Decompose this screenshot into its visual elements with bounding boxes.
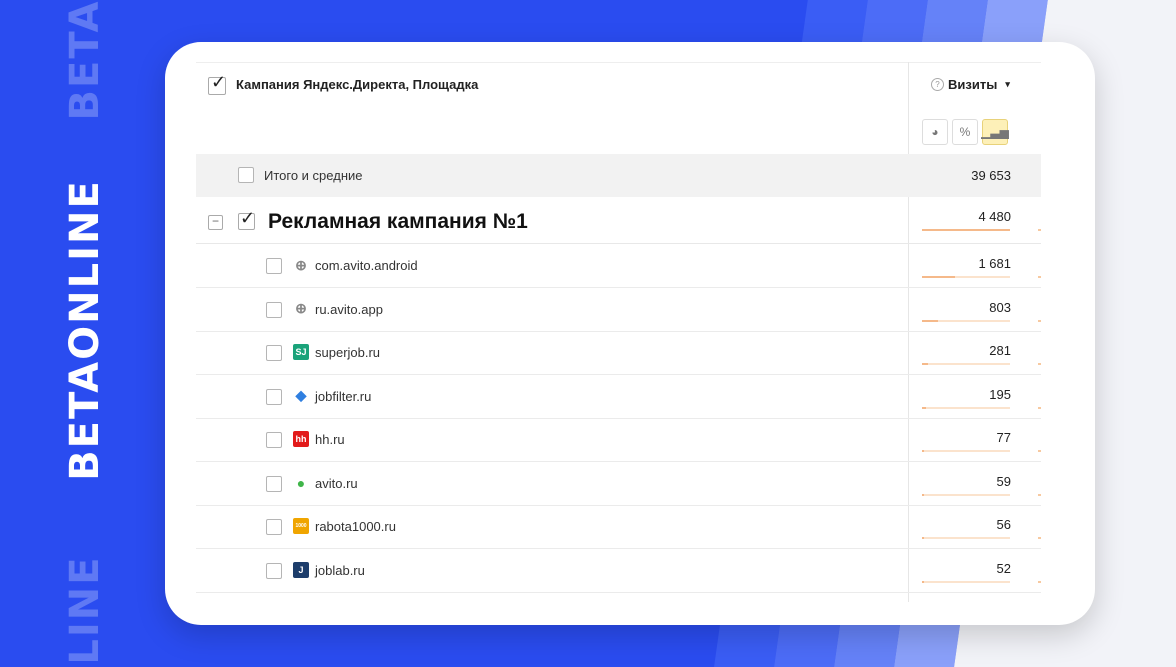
visits-value: 195 — [989, 386, 1011, 402]
visits-value: 281 — [989, 343, 1011, 358]
pie-chart-icon[interactable]: ◕ — [922, 119, 948, 145]
share-bar-fill — [922, 493, 924, 496]
share-bar — [922, 580, 1010, 583]
share-bar-fill — [922, 580, 924, 583]
campaign-share-fill — [922, 229, 1010, 231]
visits-value: 59 — [996, 473, 1011, 489]
check-icon: ✓ — [211, 72, 227, 92]
share-bar-fill — [922, 319, 938, 322]
bar-marker — [1038, 229, 1041, 231]
share-bar — [922, 493, 1010, 496]
row-checkbox[interactable] — [266, 519, 282, 535]
site-label: rabota1000.ru — [315, 519, 396, 534]
site-label: ru.avito.app — [315, 301, 383, 317]
brand-logo-text: BETAONLINE — [62, 179, 108, 481]
share-bar-fill — [922, 276, 955, 278]
globe-icon: ⊕ — [295, 300, 307, 316]
globe-icon: ⊕ — [295, 256, 307, 273]
table-row[interactable]: ◆ jobfilter.ru 195 — [196, 375, 1041, 419]
joblab-logo-icon: J — [293, 561, 309, 578]
site-label: avito.ru — [315, 475, 358, 491]
share-bar — [922, 406, 1010, 409]
visits-value: 803 — [989, 299, 1011, 315]
share-bar — [922, 276, 1010, 278]
bar-marker — [1038, 580, 1041, 583]
jobfilter-logo-icon: ◆ — [295, 387, 307, 403]
row-checkbox[interactable] — [266, 301, 282, 318]
campaign-row[interactable]: − ✓ Рекламная кампания №1 4 480 — [196, 197, 1041, 244]
share-bar-fill — [922, 363, 928, 365]
site-label: com.avito.android — [315, 258, 418, 273]
superjob-logo-icon: SJ — [293, 344, 309, 360]
visits-value: 1 681 — [978, 256, 1011, 271]
visits-value: 77 — [996, 430, 1011, 445]
help-icon[interactable]: ? — [931, 78, 944, 91]
percent-icon[interactable]: % — [952, 119, 978, 145]
totals-value: 39 653 — [971, 168, 1011, 183]
bar-marker — [1038, 363, 1041, 365]
hh-logo-icon: hh — [293, 431, 309, 447]
campaign-share-bar — [922, 229, 1010, 231]
share-bar — [922, 319, 1010, 322]
check-icon: ✓ — [240, 208, 256, 228]
table-header: ✓ Кампания Яндекс.Директа, Площадка ? Ви… — [196, 62, 1041, 155]
rabota1000-logo-icon: 1000 — [293, 518, 309, 534]
totals-row: Итого и средние 39 653 — [196, 154, 1041, 197]
share-bar-fill — [922, 406, 926, 409]
visits-value: 56 — [996, 517, 1011, 532]
row-checkbox[interactable] — [266, 562, 282, 579]
row-checkbox[interactable] — [266, 345, 282, 361]
bar-marker — [1038, 276, 1041, 278]
table-row[interactable]: SJ superjob.ru 281 — [196, 331, 1041, 375]
campaign-checkbox[interactable]: ✓ — [238, 208, 255, 230]
table-row[interactable]: hh hh.ru 77 — [196, 418, 1041, 462]
row-checkbox[interactable] — [266, 432, 282, 448]
campaign-title: Рекламная кампания №1 — [268, 210, 528, 233]
report-table: ✓ Кампания Яндекс.Директа, Площадка ? Ви… — [196, 62, 1041, 602]
table-row[interactable]: Jjoblab.ru 52 — [196, 549, 1041, 593]
totals-label: Итого и средние — [264, 168, 363, 183]
view-toggle-group: ◕% ▁▃▅ — [922, 119, 1009, 145]
bar-marker — [1038, 537, 1041, 539]
row-checkbox[interactable] — [266, 388, 282, 405]
brand-ghost-bottom: LINE — [62, 555, 108, 665]
table-row[interactable]: ⊕ ru.avito.app 803 — [196, 288, 1041, 332]
campaign-value: 4 480 — [978, 209, 1011, 224]
bar-marker — [1038, 450, 1041, 452]
table-row[interactable]: ⊕ com.avito.android 1 681 — [196, 244, 1041, 288]
share-bar — [922, 363, 1010, 365]
sort-caret-icon[interactable]: ▾ — [1005, 79, 1010, 90]
bar-marker — [1038, 493, 1041, 496]
row-checkbox[interactable] — [266, 475, 282, 492]
site-label: joblab.ru — [315, 562, 365, 578]
share-bar-fill — [922, 450, 924, 452]
table-row[interactable]: ● avito.ru 59 — [196, 462, 1041, 506]
dimension-column-title[interactable]: Кампания Яндекс.Директа, Площадка — [236, 77, 478, 92]
share-bar — [922, 450, 1010, 452]
report-card: ✓ Кампания Яндекс.Директа, Площадка ? Ви… — [165, 42, 1095, 625]
collapse-icon[interactable]: − — [208, 215, 223, 230]
metric-label: Визиты — [948, 77, 998, 92]
metric-column-header[interactable]: ? Визиты ▾ — [931, 77, 1010, 92]
brand-ghost-top: BETA — [62, 0, 108, 121]
select-all-checkbox[interactable]: ✓ — [208, 72, 226, 95]
share-bar — [922, 537, 1010, 539]
brand-watermark: BETA BETAONLINE LINE — [55, 0, 115, 667]
row-checkbox[interactable] — [266, 258, 282, 274]
site-label: hh.ru — [315, 432, 345, 447]
table-row[interactable]: 1000 rabota1000.ru 56 — [196, 505, 1041, 549]
share-bar-fill — [922, 537, 924, 539]
bar-chart-icon[interactable]: ▁▃▅ — [981, 119, 1009, 145]
bar-marker — [1038, 319, 1041, 322]
totals-checkbox[interactable] — [238, 167, 254, 183]
bar-marker — [1038, 406, 1041, 409]
avito-logo-icon: ● — [296, 474, 306, 491]
site-label: superjob.ru — [315, 345, 381, 360]
visits-value: 52 — [996, 560, 1011, 576]
site-label: jobfilter.ru — [315, 388, 372, 404]
